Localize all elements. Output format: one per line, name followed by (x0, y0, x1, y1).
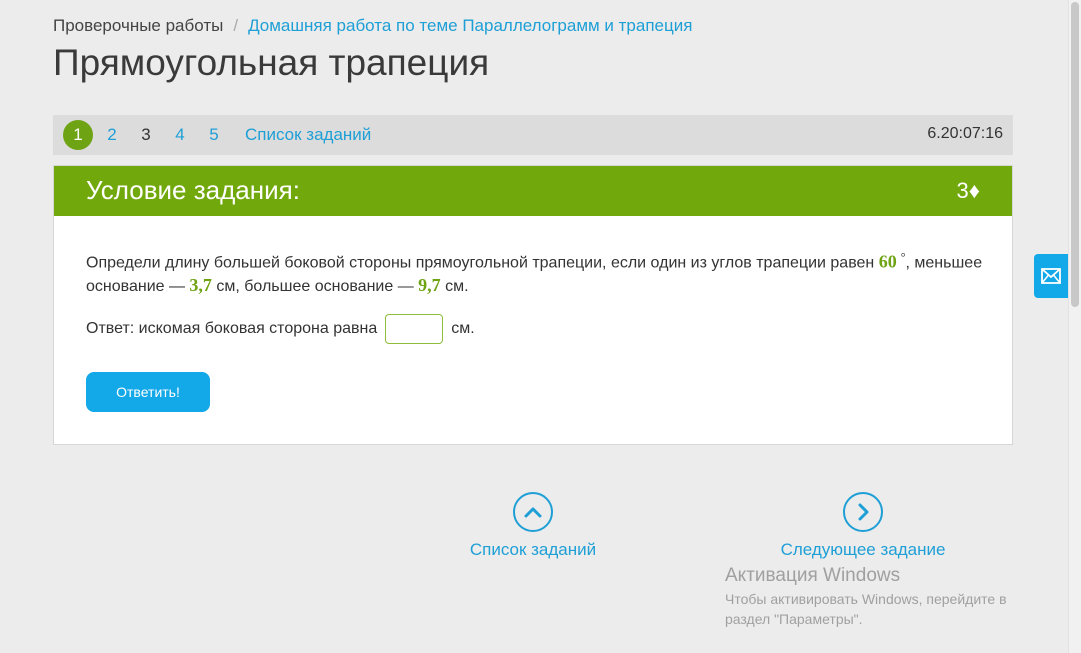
task-points: 3♦ (956, 178, 980, 203)
task-list-nav-button[interactable]: Список заданий (433, 492, 633, 560)
next-task-nav-button[interactable]: Следующее задание (763, 492, 963, 560)
breadcrumb-separator: / (233, 16, 239, 35)
task-text-part3: см, большее основание — (211, 278, 419, 296)
chevron-right-icon (843, 492, 883, 532)
activation-line2: раздел "Параметры". (725, 611, 863, 627)
task-condition-text: Определи длину большей боковой стороны п… (86, 246, 986, 298)
feedback-mail-button[interactable] (1034, 254, 1068, 298)
activation-title: Активация Windows (725, 565, 901, 586)
breadcrumb: Проверочные работы / Домашняя работа по те… (53, 16, 692, 36)
activation-line1: Чтобы активировать Windows, перейдите в (725, 591, 1007, 607)
chevron-up-icon (513, 492, 553, 532)
scrollbar-thumb[interactable] (1071, 2, 1079, 307)
answer-suffix: см. (451, 320, 475, 337)
breadcrumb-current[interactable]: Домашняя работа по теме Параллелограмм и… (248, 16, 692, 35)
answer-prefix: Ответ: искомая боковая сторона равна (86, 320, 378, 337)
task-nav-item-3[interactable]: 3 (131, 120, 161, 150)
task-nav-item-5[interactable]: 5 (199, 120, 229, 150)
small-base-value: 3,7 (189, 275, 212, 296)
task-header-title: Условие задания: (86, 175, 300, 205)
task-text-part1: Определи длину большей боковой стороны п… (86, 254, 879, 272)
task-nav-item-4[interactable]: 4 (165, 120, 195, 150)
answer-row: Ответ: искомая боковая сторона равна см. (86, 314, 475, 344)
task-nav-item-2[interactable]: 2 (97, 120, 127, 150)
page-title: Прямоугольная трапеция (53, 42, 490, 83)
task-nav-bar: 1 2 3 4 5 Список заданий 6.20:07:16 (53, 115, 1013, 155)
answer-input[interactable] (385, 314, 444, 344)
submit-answer-button[interactable]: Ответить! (86, 372, 210, 412)
task-list-link[interactable]: Список заданий (245, 125, 371, 145)
mail-icon (1041, 268, 1061, 284)
next-task-nav-label: Следующее задание (780, 540, 946, 559)
task-nav-items: 1 2 3 4 5 Список заданий (63, 120, 371, 150)
timer: 6.20:07:16 (927, 125, 1003, 142)
task-text-part4: см. (440, 278, 469, 296)
large-base-value: 9,7 (418, 275, 441, 296)
task-nav-item-1[interactable]: 1 (63, 120, 93, 150)
task-header: Условие задания: 3♦ (54, 166, 1012, 216)
breadcrumb-root[interactable]: Проверочные работы (53, 16, 223, 35)
task-card: Условие задания: 3♦ Определи длину больш… (53, 165, 1013, 445)
page-scrollbar[interactable] (1068, 0, 1081, 653)
angle-value: 60 (878, 251, 897, 272)
windows-activation-watermark: Активация Windows Чтобы активировать Win… (725, 565, 1007, 629)
task-list-nav-label: Список заданий (469, 540, 597, 559)
